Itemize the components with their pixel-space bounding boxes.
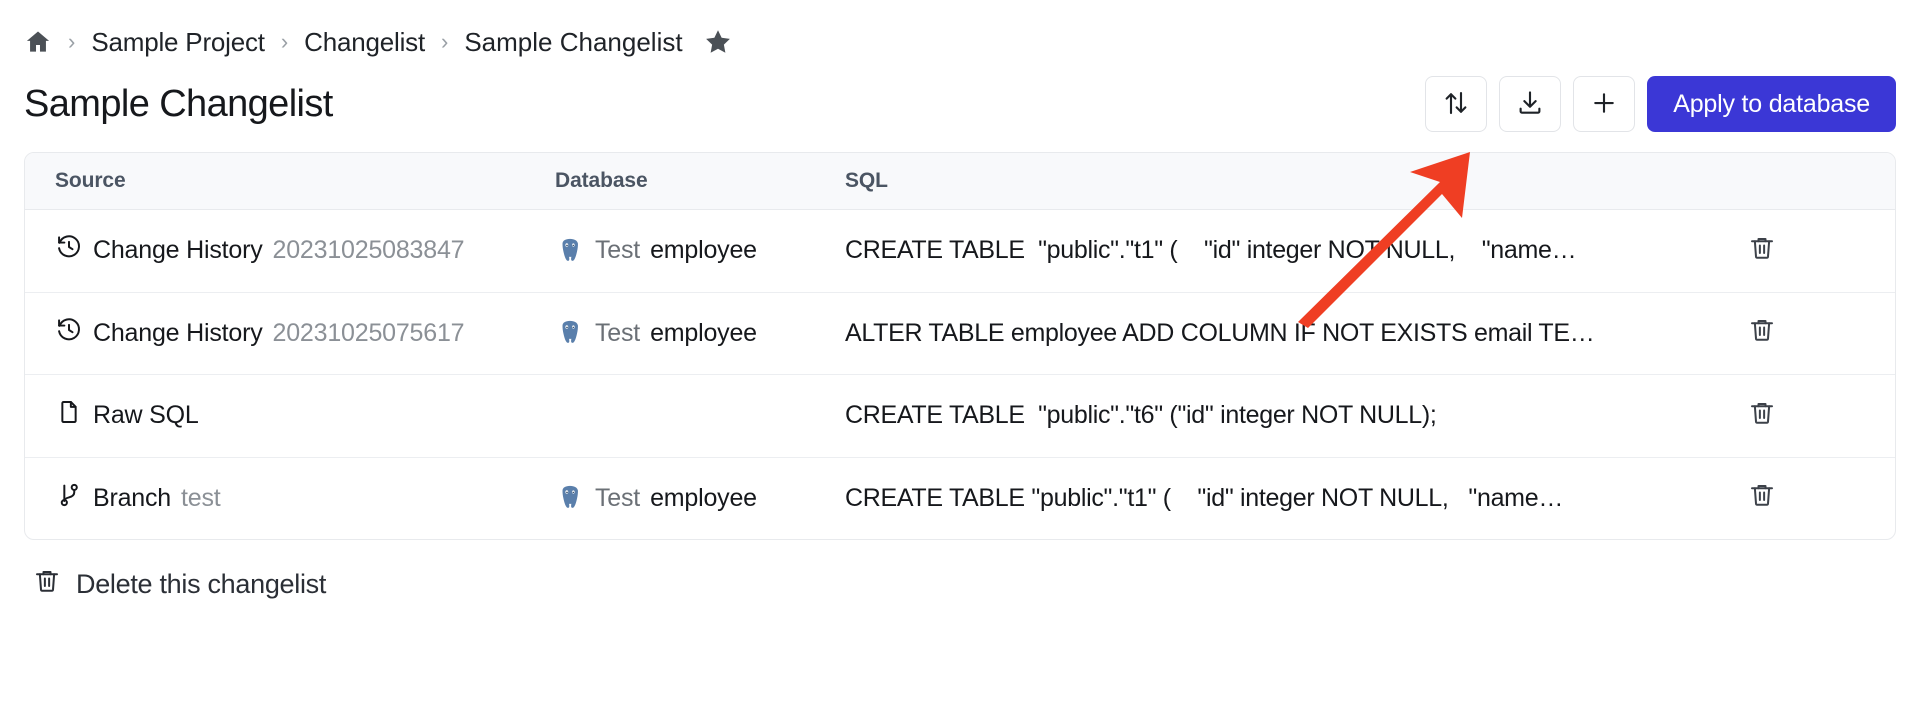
delete-changelist-label: Delete this changelist (76, 569, 327, 599)
branch-icon (55, 481, 83, 516)
database-name: employee (650, 318, 757, 347)
trash-icon (1747, 315, 1777, 348)
table-row[interactable]: Change History 20231025075617 Test emplo… (25, 292, 1895, 375)
cell-sql: CREATE TABLE "public"."t6" ("id" integer… (845, 374, 1745, 458)
source-detail: 20231025075617 (272, 318, 465, 347)
table-row[interactable]: Raw SQL CREATE TABLE "public"."t6" ("id"… (25, 374, 1895, 458)
add-button[interactable] (1573, 76, 1636, 132)
column-header-source: Source (25, 153, 555, 210)
postgresql-icon (555, 236, 585, 266)
history-icon (55, 316, 83, 351)
footer: Delete this changelist (32, 566, 1920, 603)
cell-sql: CREATE TABLE "public"."t1" ( "id" intege… (845, 457, 1745, 539)
trash-icon (32, 566, 62, 603)
apply-to-database-button[interactable]: Apply to database (1647, 76, 1896, 132)
column-header-database: Database (555, 153, 845, 210)
cell-source: Branch test (25, 457, 555, 539)
cell-actions (1745, 374, 1895, 458)
header-actions: Apply to database (1425, 76, 1896, 132)
page-header: Sample Changelist Apply to database (0, 62, 1920, 140)
cell-database (555, 374, 845, 458)
database-name: employee (650, 236, 757, 265)
star-filled-icon[interactable] (703, 27, 733, 57)
breadcrumb-item-current: Sample Changelist (464, 26, 683, 57)
breadcrumb-item-changelist[interactable]: Changelist (304, 27, 425, 58)
cell-actions (1745, 209, 1895, 293)
home-icon[interactable] (24, 28, 52, 56)
table-header-row: Source Database SQL (25, 153, 1895, 210)
source-label: Change History (93, 236, 263, 265)
sql-statement: CREATE TABLE "public"."t1" ( "id" intege… (845, 483, 1564, 512)
trash-icon (1747, 233, 1777, 266)
table-row[interactable]: Change History 20231025083847 Test emplo… (25, 209, 1895, 293)
reorder-button[interactable] (1425, 76, 1488, 132)
delete-row-button[interactable] (1745, 232, 1779, 266)
history-icon (55, 233, 83, 268)
source-detail: 20231025083847 (272, 236, 465, 265)
table-row[interactable]: Branch test Test employee CREATE TABLE "… (25, 457, 1895, 539)
delete-changelist-button[interactable]: Delete this changelist (32, 566, 326, 603)
cell-source: Raw SQL (25, 374, 555, 458)
column-header-actions (1745, 153, 1895, 210)
column-header-sql: SQL (845, 153, 1745, 210)
source-label: Change History (93, 318, 263, 347)
delete-row-button[interactable] (1745, 315, 1779, 349)
trash-icon (1747, 480, 1777, 513)
file-icon (55, 398, 83, 433)
delete-row-button[interactable] (1745, 480, 1779, 514)
cell-actions (1745, 292, 1895, 375)
database-environment: Test (595, 318, 641, 347)
breadcrumb-item-project[interactable]: Sample Project (91, 27, 265, 58)
breadcrumb-separator: › (68, 29, 76, 54)
cell-sql: ALTER TABLE employee ADD COLUMN IF NOT E… (845, 292, 1745, 375)
database-environment: Test (595, 483, 641, 512)
changelist-table: Source Database SQL Change History 20231… (24, 152, 1896, 540)
trash-icon (1747, 398, 1777, 431)
page-title: Sample Changelist (24, 82, 333, 125)
database-name: employee (650, 483, 757, 512)
up-down-arrows-icon (1441, 88, 1471, 121)
cell-actions (1745, 457, 1895, 539)
plus-icon (1589, 88, 1619, 121)
export-button[interactable] (1499, 76, 1562, 132)
download-icon (1515, 88, 1545, 121)
sql-statement: ALTER TABLE employee ADD COLUMN IF NOT E… (845, 318, 1595, 347)
breadcrumb-separator: › (280, 29, 289, 54)
cell-source: Change History 20231025075617 (25, 292, 555, 375)
breadcrumb-separator: › (441, 29, 449, 54)
sql-statement: CREATE TABLE "public"."t1" ( "id" intege… (845, 236, 1577, 265)
changelist-page: › Sample Project › Changelist › Sample C… (0, 0, 1920, 716)
cell-source: Change History 20231025083847 (25, 209, 555, 293)
postgresql-icon (555, 318, 585, 348)
source-detail: test (181, 483, 221, 512)
sql-statement: CREATE TABLE "public"."t6" ("id" integer… (845, 401, 1437, 430)
cell-database: Test employee (555, 209, 845, 293)
breadcrumb: › Sample Project › Changelist › Sample C… (0, 0, 1920, 62)
cell-database: Test employee (555, 457, 845, 539)
cell-sql: CREATE TABLE "public"."t1" ( "id" intege… (845, 209, 1745, 293)
database-environment: Test (595, 236, 641, 265)
cell-database: Test employee (555, 292, 845, 375)
source-label: Branch (93, 483, 172, 512)
delete-row-button[interactable] (1745, 397, 1779, 431)
source-label: Raw SQL (93, 401, 199, 430)
postgresql-icon (555, 483, 585, 513)
